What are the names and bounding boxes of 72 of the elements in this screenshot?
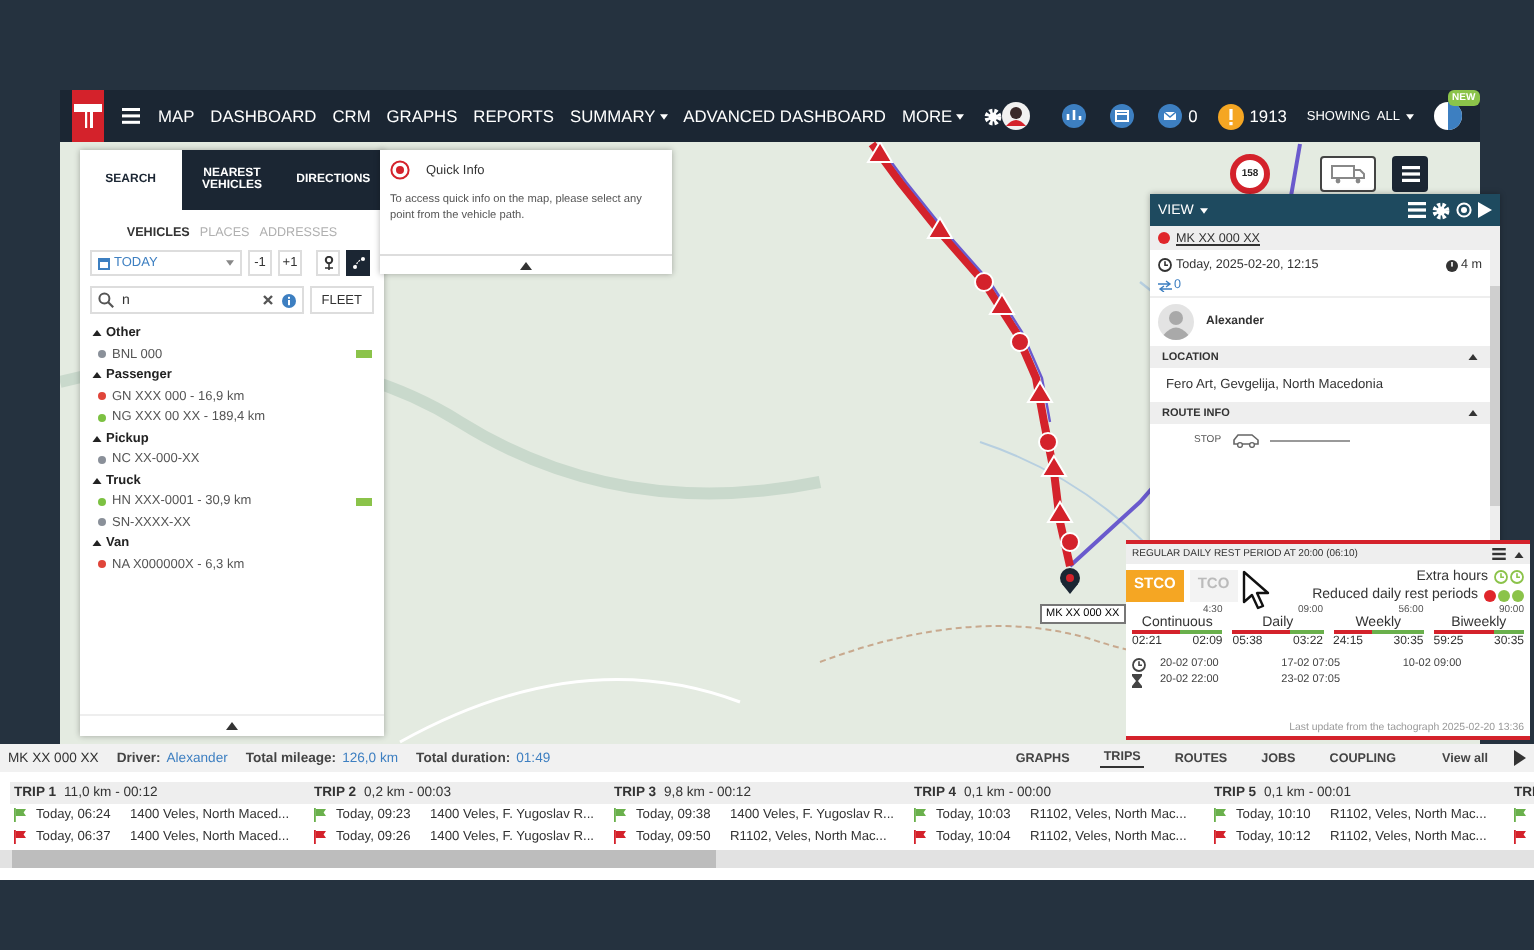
- nav-link[interactable]: ADVANCED DASHBOARD: [683, 106, 886, 126]
- flag-icon: [14, 808, 26, 822]
- menu-button[interactable]: [1392, 156, 1428, 192]
- menu-icon: [1401, 166, 1419, 182]
- caret-icon: [520, 261, 532, 269]
- menu-icon: [1492, 548, 1506, 560]
- settings-icon: [984, 107, 1003, 125]
- vehicle-marker-icon: [1058, 566, 1082, 594]
- flag-icon: [1514, 808, 1526, 822]
- nav-link[interactable]: MORE: [901, 106, 965, 126]
- car-icon: [1231, 432, 1260, 448]
- nav-link[interactable]: CRM: [332, 106, 371, 126]
- pin-button[interactable]: [316, 250, 340, 276]
- caret-icon: [1468, 354, 1478, 360]
- alert-icon: [1217, 103, 1244, 129]
- flag-icon: [914, 808, 926, 822]
- mail-icon: [1158, 104, 1183, 128]
- route-icon: [351, 256, 365, 270]
- flag-icon: [914, 830, 926, 844]
- clock-icon: [1132, 657, 1146, 671]
- search-icon: [98, 292, 114, 308]
- nav-link[interactable]: SUMMARY: [570, 106, 668, 126]
- caret-icon: [659, 113, 668, 119]
- nav-link[interactable]: REPORTS: [473, 106, 555, 126]
- nav-link[interactable]: DASHBOARD: [210, 106, 317, 126]
- menu-icon: [1408, 202, 1426, 218]
- target-icon: [1456, 202, 1472, 218]
- radio-icon: [390, 160, 410, 180]
- pin-icon: [323, 256, 333, 270]
- avatar-icon: [1158, 304, 1194, 340]
- calendar-icon: [98, 257, 110, 269]
- caret-icon: [1514, 551, 1524, 557]
- truck-icon: [1330, 164, 1366, 184]
- calendar-icon: [1110, 104, 1135, 128]
- caret-icon: [92, 477, 102, 483]
- caret-icon: [92, 372, 102, 378]
- cursor-icon: [1242, 570, 1270, 610]
- chart-icon: [1062, 104, 1087, 128]
- menu-icon: [122, 108, 140, 124]
- message-count: 0: [1188, 106, 1198, 126]
- caret-icon: [92, 435, 102, 441]
- caret-icon: [92, 330, 102, 336]
- clear-icon: [261, 294, 274, 306]
- caret-icon: [226, 722, 238, 730]
- caret-icon: [956, 113, 965, 119]
- caret-icon: [1468, 410, 1478, 416]
- caret-icon: [1406, 113, 1415, 119]
- timer-icon: [1445, 259, 1457, 271]
- caret-icon: [1199, 207, 1208, 213]
- hourglass-icon: [1132, 673, 1142, 687]
- nav-link[interactable]: MAP: [158, 106, 195, 126]
- flag-icon: [614, 830, 626, 844]
- vehicle-view-button[interactable]: [1320, 156, 1376, 192]
- flag-icon: [314, 808, 326, 822]
- settings-icon: [1432, 201, 1450, 219]
- logo-icon: [72, 90, 104, 142]
- caret-icon: [92, 540, 102, 546]
- nav-link[interactable]: GRAPHS: [386, 106, 458, 126]
- swap-icon: [1158, 279, 1172, 291]
- avatar-icon: [1002, 102, 1031, 130]
- info-icon: [281, 293, 296, 307]
- flag-icon: [314, 830, 326, 844]
- flag-icon: [1214, 830, 1226, 844]
- flag-icon: [14, 830, 26, 844]
- play-icon: [1514, 750, 1526, 766]
- alert-count: 1913: [1249, 106, 1287, 126]
- flag-icon: [1514, 830, 1526, 844]
- flag-icon: [614, 808, 626, 822]
- clock-icon: [1158, 258, 1172, 272]
- caret-icon: [226, 260, 234, 266]
- route-button[interactable]: [346, 250, 370, 276]
- flag-icon: [1214, 808, 1226, 822]
